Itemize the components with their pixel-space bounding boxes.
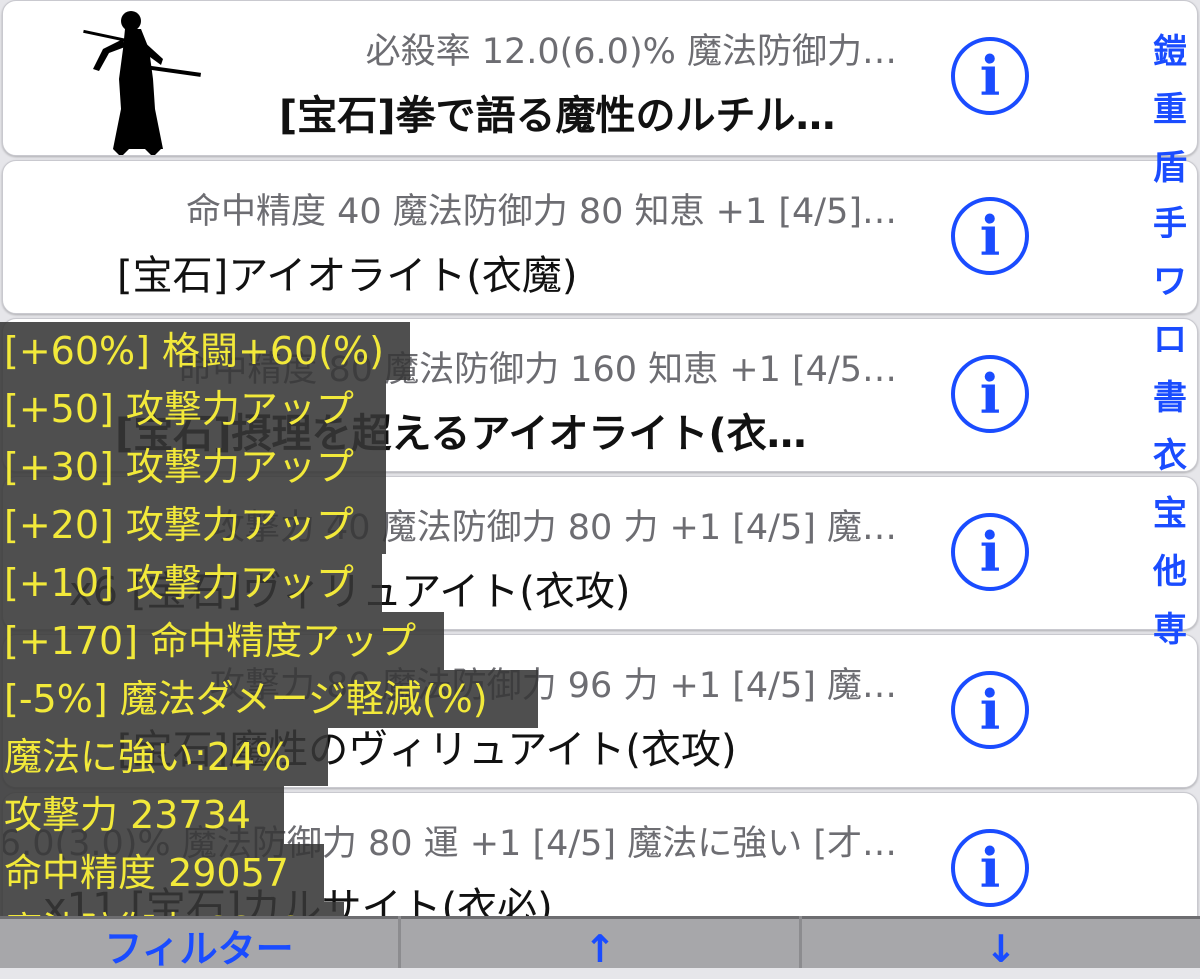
item-stats: 命中精度 40 魔法防御力 80 知恵 +1 [4/5]… (185, 192, 897, 232)
stat-line: [+30] 攻撃力アップ (0, 438, 386, 496)
item-stats: 必殺率 12.0(6.0)% 魔法防御力… (365, 32, 897, 72)
info-circle-icon[interactable]: i (951, 671, 1029, 749)
section-index-gem[interactable]: 宝 (1140, 486, 1200, 535)
section-index-ro[interactable]: ロ (1140, 312, 1200, 361)
info-circle-icon[interactable]: i (951, 355, 1029, 433)
section-index-hand[interactable]: 手 (1140, 196, 1200, 245)
section-index-armor[interactable]: 鎧 (1140, 24, 1200, 73)
samurai-silhouette-icon (83, 11, 202, 155)
stat-line: [+60%] 格闘+60(%) (0, 322, 410, 380)
stat-line: [+170] 命中精度アップ (0, 612, 444, 670)
section-index[interactable]: 鎧 重 盾 手 ワ ロ 書 衣 宝 他 専 (1140, 0, 1200, 650)
section-index-heavy[interactable]: 重 (1140, 82, 1200, 131)
section-index-other[interactable]: 他 (1140, 544, 1200, 593)
section-index-shield[interactable]: 盾 (1140, 140, 1200, 189)
section-index-book[interactable]: 書 (1140, 370, 1200, 419)
item-title: [宝石]アイオライト(衣魔) (117, 253, 578, 299)
info-circle-icon[interactable]: i (951, 829, 1029, 907)
info-circle-icon[interactable]: i (951, 37, 1029, 115)
stat-line: [+20] 攻撃力アップ (0, 496, 386, 554)
item-title: [宝石]拳で語る魔性のルチル… (279, 93, 836, 139)
stat-line: [+10] 攻撃力アップ (0, 554, 382, 612)
section-index-wa[interactable]: ワ (1140, 254, 1200, 303)
info-circle-icon[interactable]: i (951, 197, 1029, 275)
list-item[interactable]: 必殺率 12.0(6.0)% 魔法防御力… [宝石]拳で語る魔性のルチル… i (2, 0, 1198, 156)
bottom-toolbar: フィルター ↑ ↓ (0, 916, 1200, 971)
stat-line: [-5%] 魔法ダメージ軽減(%) (0, 670, 538, 728)
info-circle-icon[interactable]: i (951, 513, 1029, 591)
filter-button[interactable]: フィルター (0, 916, 398, 971)
stat-line: 魔法に強い:24% (0, 728, 328, 786)
scroll-down-button[interactable]: ↓ (802, 916, 1200, 971)
stat-line: 攻撃力 23734 (0, 786, 284, 844)
list-item[interactable]: 命中精度 40 魔法防御力 80 知恵 +1 [4/5]… [宝石]アイオライト… (2, 160, 1198, 314)
section-index-clothing[interactable]: 衣 (1140, 428, 1200, 477)
scroll-up-button[interactable]: ↑ (401, 916, 799, 971)
section-index-exclusive[interactable]: 専 (1140, 602, 1200, 651)
stat-line: [+50] 攻撃力アップ (0, 380, 386, 438)
stat-line: 命中精度 29057 (0, 844, 324, 902)
